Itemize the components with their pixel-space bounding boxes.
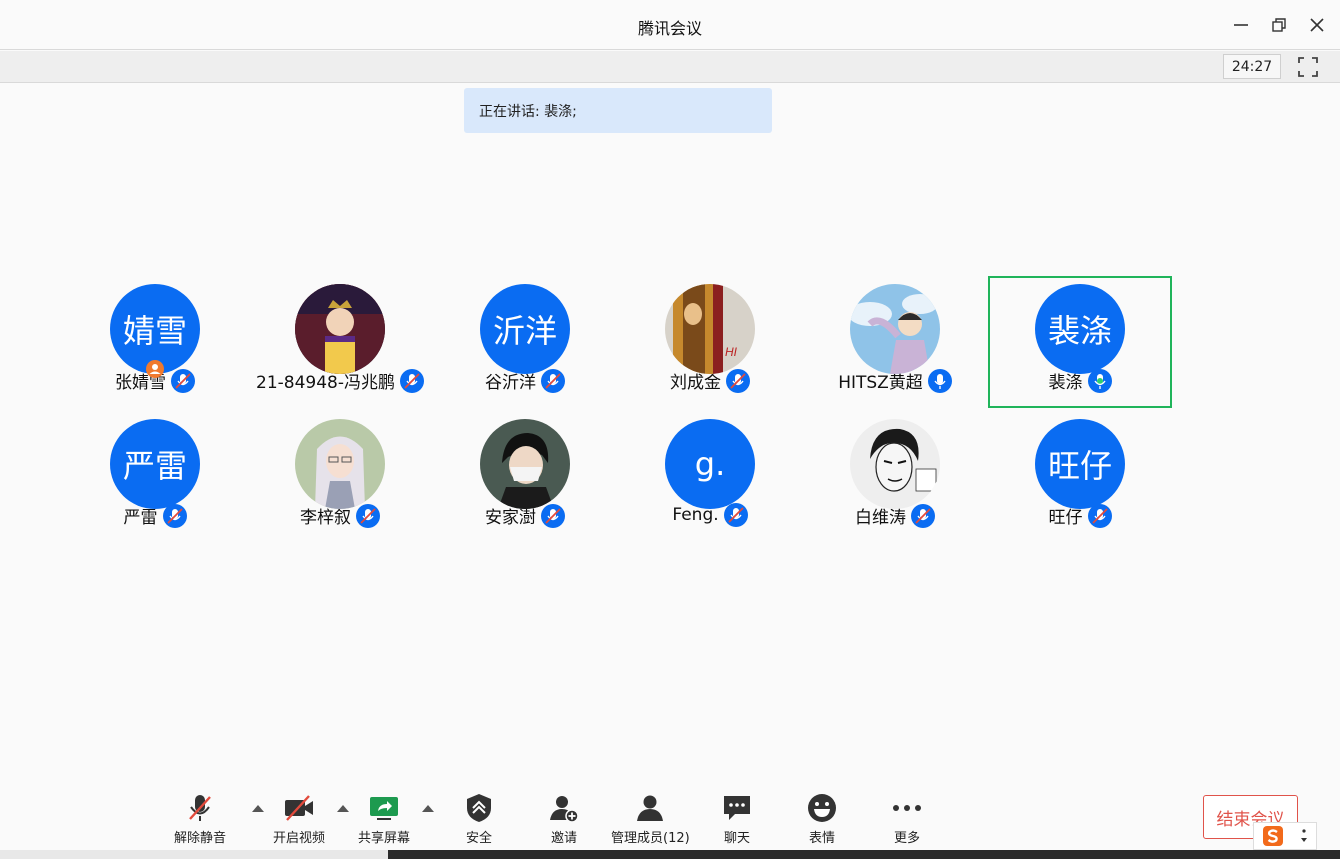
close-button[interactable]	[1304, 12, 1330, 38]
anime-sky-photo	[850, 284, 940, 374]
participant-tile[interactable]: 婧雪 张婧雪	[63, 278, 247, 410]
audio-options-caret-icon[interactable]	[252, 804, 264, 812]
participant-tile[interactable]: 白维涛	[803, 413, 987, 545]
share-screen-label: 共享屏幕	[358, 831, 411, 846]
restore-icon	[1272, 18, 1286, 32]
mic-muted-icon[interactable]	[356, 503, 380, 528]
mic-muted-icon[interactable]	[541, 368, 565, 393]
boy-crown-photo	[295, 284, 385, 374]
svg-text:HI: HI	[725, 345, 738, 359]
avatar	[295, 419, 385, 509]
ime-menu-icon	[1300, 829, 1307, 842]
bottom-toolbar: 解除静音 开启视频 共享屏幕 安全 邀请 管理成员(12) 聊天 表情 更多	[0, 780, 1340, 850]
start-video-button[interactable]: 开启视频	[273, 792, 325, 846]
mic-on-icon[interactable]	[927, 368, 952, 393]
chat-icon	[724, 796, 750, 820]
avatar-text: 严雷	[122, 447, 187, 485]
avatar: 裴涤	[1035, 284, 1125, 374]
participant-tile[interactable]: 李梓叙	[248, 413, 432, 545]
minimize-button[interactable]	[1228, 12, 1254, 38]
close-icon	[1310, 18, 1324, 32]
security-label: 安全	[465, 831, 492, 846]
avatar-text: 沂洋	[492, 312, 557, 350]
manage-members-button[interactable]: 管理成员(12)	[611, 792, 690, 846]
mic-muted-icon[interactable]	[726, 368, 750, 393]
emoji-label: 表情	[808, 831, 835, 846]
participant-tile[interactable]: 严雷 严雷	[63, 413, 247, 545]
avatar: 沂洋	[480, 284, 570, 374]
avatar: HI	[665, 284, 755, 374]
dog-photo: HI	[665, 284, 755, 374]
chat-button[interactable]: 聊天	[721, 792, 753, 846]
mic-muted-icon[interactable]	[911, 503, 935, 528]
unmute-label: 解除静音	[174, 831, 227, 846]
shield-icon	[467, 794, 491, 822]
manage-members-label: 管理成员(12)	[611, 831, 690, 846]
mic-muted-icon	[189, 795, 211, 821]
avatar-text: 婧雪	[122, 312, 187, 350]
fullscreen-icon	[1298, 57, 1318, 77]
chat-label: 聊天	[723, 831, 750, 846]
share-screen-icon	[370, 797, 398, 820]
taskbar	[0, 850, 1340, 859]
fullscreen-button[interactable]	[1296, 55, 1320, 79]
smiley-icon	[808, 794, 836, 822]
taskbar-left	[0, 850, 388, 859]
avatar: g.	[665, 419, 755, 509]
avatar: 旺仔	[1035, 419, 1125, 509]
host-icon	[146, 360, 164, 378]
mask-boy-photo	[480, 419, 570, 509]
participant-tile[interactable]: 旺仔 旺仔	[988, 413, 1172, 545]
sogou-ime-icon	[1262, 826, 1283, 846]
avatar	[850, 419, 940, 509]
security-button[interactable]: 安全	[463, 792, 495, 846]
video-options-caret-icon[interactable]	[337, 804, 349, 812]
mic-muted-icon[interactable]	[541, 503, 565, 528]
window-controls	[1228, 12, 1330, 38]
speaking-banner: 正在讲话: 裴涤;	[464, 88, 772, 133]
participant-tile[interactable]: 安家澍	[433, 413, 617, 545]
invite-button[interactable]: 邀请	[548, 792, 580, 846]
more-dots-icon	[893, 805, 921, 811]
avatar: 严雷	[110, 419, 200, 509]
mic-muted-icon[interactable]	[399, 368, 424, 393]
participant-tile[interactable]: 沂洋 谷沂洋	[433, 278, 617, 410]
manga-photo	[850, 419, 940, 509]
window-title: 腾讯会议	[637, 19, 702, 38]
share-screen-button[interactable]: 共享屏幕	[358, 792, 410, 846]
avatar-text: 裴涤	[1047, 312, 1112, 350]
participant-tile[interactable]: g. Feng.	[618, 413, 802, 545]
avatar-text: 旺仔	[1047, 447, 1112, 485]
minimize-icon	[1234, 24, 1248, 26]
start-video-label: 开启视频	[273, 831, 326, 846]
share-options-caret-icon[interactable]	[422, 804, 434, 812]
avatar	[295, 284, 385, 374]
more-label: 更多	[893, 831, 920, 846]
participant-tile[interactable]: 21-84948-冯兆鹏	[248, 278, 432, 410]
mic-muted-icon[interactable]	[723, 503, 748, 527]
meeting-info-strip: 24:27	[0, 51, 1340, 83]
video-off-icon	[285, 795, 313, 821]
members-icon	[637, 795, 664, 821]
avatar-text: g.	[694, 445, 726, 483]
participant-tile[interactable]: HI 刘成金	[618, 278, 802, 410]
add-user-icon	[550, 796, 579, 823]
meeting-timer: 24:27	[1223, 54, 1281, 79]
unmute-button[interactable]: 解除静音	[174, 792, 226, 846]
ime-indicator[interactable]	[1253, 822, 1317, 850]
title-bar: 腾讯会议	[0, 0, 1340, 50]
emoji-button[interactable]: 表情	[806, 792, 838, 846]
avatar	[480, 419, 570, 509]
restore-button[interactable]	[1266, 12, 1292, 38]
mic-muted-icon[interactable]	[171, 368, 195, 393]
anime-white-hair-photo	[295, 419, 385, 509]
more-button[interactable]: 更多	[891, 792, 923, 846]
participant-tile-speaking[interactable]: 裴涤 裴涤	[988, 276, 1172, 408]
participant-tile[interactable]: HITSZ黄超	[803, 278, 987, 410]
invite-label: 邀请	[550, 831, 577, 846]
avatar	[850, 284, 940, 374]
